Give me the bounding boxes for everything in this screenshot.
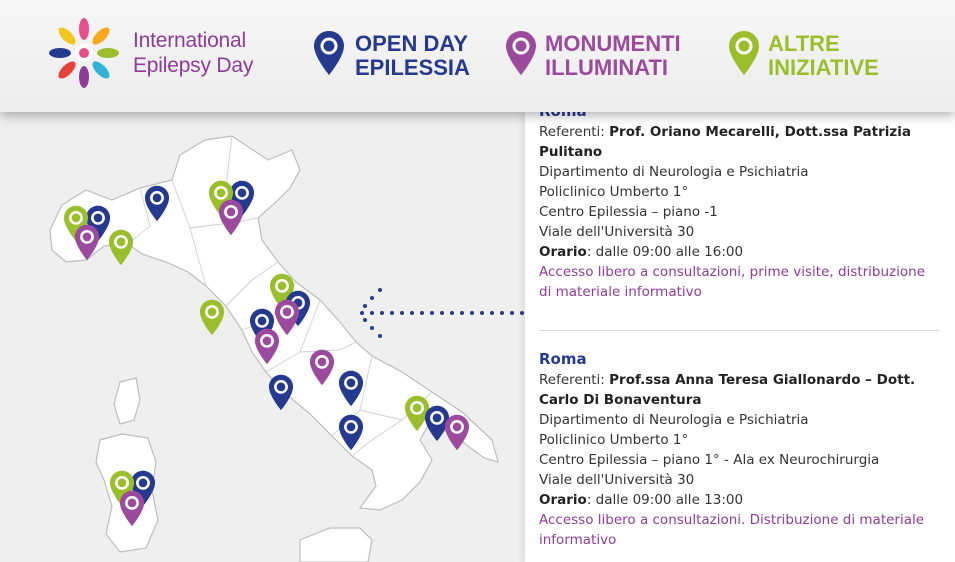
orario-value: : dalle 09:00 alle 13:00 bbox=[586, 492, 744, 508]
header: International Epilepsy Day OPEN DAY EPIL… bbox=[0, 0, 955, 112]
event-referenti: Referenti: Prof.ssa Anna Teresa Giallona… bbox=[539, 370, 941, 410]
map-pin-green-icon bbox=[729, 31, 759, 75]
event-line: Dipartimento di Neurologia e Psichiatria bbox=[539, 412, 809, 428]
event-line: Viale dell'Università 30 bbox=[539, 224, 695, 240]
logo-line-1: International bbox=[133, 29, 246, 52]
map-pin-blue-icon bbox=[314, 31, 344, 75]
map-pin-purple-icon bbox=[506, 31, 536, 75]
logo-wordmark[interactable]: International Epilepsy Day bbox=[133, 28, 253, 78]
legend-altre-line1: ALTRE bbox=[768, 31, 840, 56]
legend-open-day-line2: EPILESSIA bbox=[355, 55, 470, 80]
map-pin-purple-icon[interactable] bbox=[444, 414, 470, 451]
event-line: Dipartimento di Neurologia e Psichiatria bbox=[539, 164, 809, 180]
event-entry: Roma Referenti: Prof. Oriano Mecarelli, … bbox=[539, 112, 941, 302]
event-note-link[interactable]: Accesso libero a consultazioni, prime vi… bbox=[539, 262, 941, 302]
event-line: Centro Epilessia – piano -1 bbox=[539, 204, 718, 220]
event-note-link[interactable]: Accesso libero a consultazioni. Distribu… bbox=[539, 510, 941, 550]
arrow-to-info-icon bbox=[360, 288, 524, 338]
event-line: Policlinico Umberto 1° bbox=[539, 184, 689, 200]
event-orario: Orario: dalle 09:00 alle 13:00 bbox=[539, 490, 941, 510]
international-epilepsy-day-logo[interactable] bbox=[44, 10, 124, 96]
map-pin-green-icon[interactable] bbox=[199, 299, 225, 336]
event-line: Policlinico Umberto 1° bbox=[539, 432, 689, 448]
referenti-label: Referenti: bbox=[539, 124, 610, 140]
event-line: Viale dell'Università 30 bbox=[539, 472, 695, 488]
sicily-shape bbox=[299, 527, 373, 562]
referenti-label: Referenti: bbox=[539, 372, 610, 388]
map-pin-blue-icon[interactable] bbox=[268, 374, 294, 411]
logo-line-2: Epilepsy Day bbox=[133, 54, 254, 77]
event-referenti: Referenti: Prof. Oriano Mecarelli, Dott.… bbox=[539, 122, 941, 162]
legend-monumenti-line1: MONUMENTI bbox=[545, 31, 681, 56]
italy-map[interactable] bbox=[0, 112, 525, 562]
event-city: Roma bbox=[539, 112, 941, 122]
legend-monumenti-line2: ILLUMINATI bbox=[545, 55, 669, 80]
legend-open-day-line1: OPEN DAY bbox=[355, 31, 468, 56]
orario-value: : dalle 09:00 alle 16:00 bbox=[586, 244, 744, 260]
event-city: Roma bbox=[539, 350, 587, 368]
orario-label: Orario bbox=[539, 492, 587, 508]
event-line: Centro Epilessia – piano 1° - Ala ex Neu… bbox=[539, 452, 880, 468]
divider bbox=[539, 330, 939, 331]
corsica-shape bbox=[113, 377, 141, 425]
map-pin-green-icon[interactable] bbox=[108, 229, 134, 266]
event-entry: Roma Referenti: Prof.ssa Anna Teresa Gia… bbox=[539, 348, 941, 550]
info-panel[interactable]: Roma Referenti: Prof. Oriano Mecarelli, … bbox=[525, 112, 955, 562]
orario-label: Orario bbox=[539, 244, 587, 260]
legend-altre-line2: INIZIATIVE bbox=[768, 55, 879, 80]
event-orario: Orario: dalle 09:00 alle 16:00 bbox=[539, 242, 941, 262]
